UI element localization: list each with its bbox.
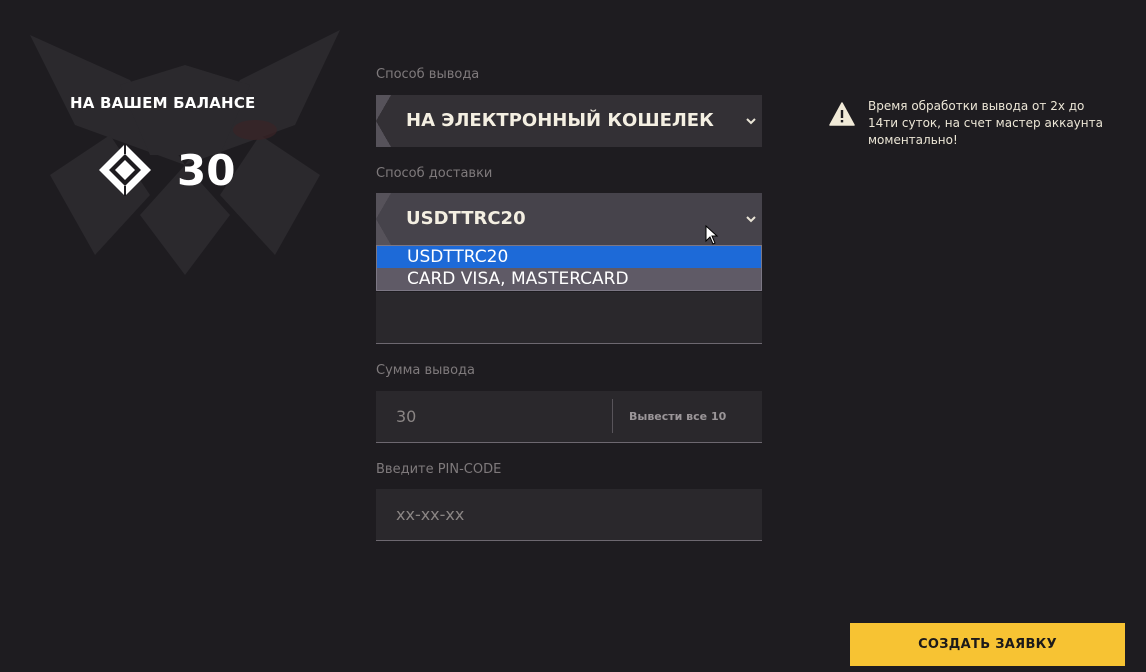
create-request-button[interactable]: СОЗДАТЬ ЗАЯВКУ xyxy=(850,623,1125,666)
delivery-method-value: USDTTRC20 xyxy=(406,208,526,229)
select-notch xyxy=(376,95,391,147)
withdraw-method-select[interactable]: НА ЭЛЕКТРОННЫЙ КОШЕЛЕК xyxy=(376,95,762,147)
delivery-method-label: Способ доставки xyxy=(376,166,493,181)
amount-label: Сумма вывода xyxy=(376,363,475,378)
chevron-down-icon xyxy=(746,216,756,223)
balance-amount: 30 xyxy=(177,146,236,195)
pin-label: Введите PIN-CODE xyxy=(376,462,502,477)
pin-field[interactable]: xx-xx-xx xyxy=(376,489,762,541)
crystal-icon xyxy=(99,144,151,196)
address-field[interactable] xyxy=(376,292,762,344)
notice-text: Время обработки вывода от 2х до 14ти сут… xyxy=(868,99,1103,147)
dropdown-option[interactable]: USDTTRC20 xyxy=(377,246,761,268)
withdraw-method-label: Способ вывода xyxy=(376,67,480,82)
amount-field[interactable]: 30 Вывести все 10 xyxy=(376,391,762,443)
dropdown-option[interactable]: CARD VISA, MASTERCARD xyxy=(377,268,761,290)
pin-input[interactable]: xx-xx-xx xyxy=(396,489,464,541)
amount-input[interactable]: 30 xyxy=(396,391,416,443)
balance-title: НА ВАШЕМ БАЛАНСЕ xyxy=(70,94,256,112)
warning-icon xyxy=(829,102,855,126)
chevron-down-icon xyxy=(746,118,756,125)
withdraw-method-value: НА ЭЛЕКТРОННЫЙ КОШЕЛЕК xyxy=(406,110,714,131)
delivery-method-dropdown[interactable]: USDTTRC20 CARD VISA, MASTERCARD xyxy=(376,245,762,291)
amount-divider xyxy=(612,399,613,433)
select-notch xyxy=(376,193,391,245)
mouse-cursor-icon xyxy=(705,225,719,245)
withdraw-all-button[interactable]: Вывести все 10 xyxy=(629,391,726,443)
